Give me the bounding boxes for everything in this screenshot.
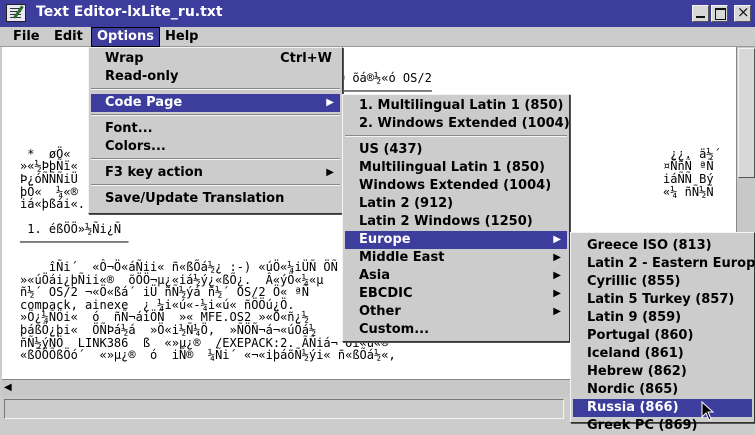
codepage-item-europe[interactable]: Europe ▶ bbox=[345, 231, 567, 249]
menu-item-label: Code Page bbox=[105, 95, 183, 110]
minimize-icon[interactable] bbox=[692, 5, 709, 22]
europe-item[interactable]: Hebrew (862) bbox=[573, 363, 752, 381]
code-page-menu: 1. Multilingual Latin 1 (850) 2. Windows… bbox=[342, 94, 570, 342]
menu-edit[interactable]: Edit bbox=[49, 28, 88, 46]
codepage-item-other[interactable]: Other ▶ bbox=[345, 303, 567, 321]
menu-item-code-page[interactable]: Code Page ▶ bbox=[91, 94, 340, 112]
submenu-arrow-icon: ▶ bbox=[553, 234, 561, 245]
menu-item-label: Save/Update Translation bbox=[105, 191, 285, 206]
window-title: Text Editor-lxLite_ru.txt bbox=[36, 4, 223, 20]
submenu-arrow-icon: ▶ bbox=[553, 252, 561, 263]
codepage-item-middle-east[interactable]: Middle East ▶ bbox=[345, 249, 567, 267]
menu-item-save-update-translation[interactable]: Save/Update Translation bbox=[91, 190, 340, 208]
menu-item-colors[interactable]: Colors... bbox=[91, 138, 340, 156]
menu-bar: File Edit Options Help bbox=[0, 27, 755, 47]
codepage-item-ebcdic[interactable]: EBCDIC ▶ bbox=[345, 285, 567, 303]
europe-item[interactable]: Greece ISO (813) bbox=[573, 237, 752, 255]
europe-item[interactable]: Greek PC (869) bbox=[573, 417, 752, 435]
codepage-item[interactable]: 1. Multilingual Latin 1 (850) bbox=[345, 97, 567, 115]
menu-item-label: EBCDIC bbox=[359, 286, 413, 301]
europe-item[interactable]: Latin 2 - Eastern Europe ( bbox=[573, 255, 755, 273]
europe-item[interactable]: Latin 5 Turkey (857) bbox=[573, 291, 752, 309]
submenu-arrow-icon: ▶ bbox=[553, 288, 561, 299]
menu-item-label: F3 key action bbox=[105, 165, 203, 180]
europe-item[interactable]: Iceland (861) bbox=[573, 345, 752, 363]
scroll-left-icon[interactable]: ◀ bbox=[4, 382, 12, 393]
menu-help[interactable]: Help bbox=[160, 28, 203, 46]
text-editor-app-icon[interactable] bbox=[6, 4, 26, 22]
menu-separator bbox=[91, 88, 340, 90]
menu-item-label: Middle East bbox=[359, 250, 445, 265]
submenu-arrow-icon: ▶ bbox=[326, 167, 334, 178]
menu-shortcut: Ctrl+W bbox=[280, 51, 332, 66]
menu-separator bbox=[91, 158, 340, 160]
codepage-item[interactable]: Latin 2 Windows (1250) bbox=[345, 213, 567, 231]
menu-item-label: Read-only bbox=[105, 69, 179, 84]
menu-item-label: Wrap bbox=[105, 51, 144, 66]
menu-item-label: Europe bbox=[359, 232, 411, 247]
europe-item[interactable]: Cyrillic (855) bbox=[573, 273, 752, 291]
menu-separator bbox=[91, 184, 340, 186]
europe-menu: Greece ISO (813) Latin 2 - Eastern Europ… bbox=[570, 232, 755, 433]
europe-item[interactable]: Portugal (860) bbox=[573, 327, 752, 345]
europe-item-russia[interactable]: Russia (866) bbox=[573, 399, 752, 417]
menu-file[interactable]: File bbox=[8, 28, 45, 46]
close-icon[interactable] bbox=[734, 3, 751, 22]
menu-item-wrap[interactable]: Wrap Ctrl+W bbox=[91, 50, 340, 68]
menu-item-label: Other bbox=[359, 304, 401, 319]
submenu-arrow-icon: ▶ bbox=[553, 306, 561, 317]
europe-item[interactable]: Latin 9 (859) bbox=[573, 309, 752, 327]
codepage-item-asia[interactable]: Asia ▶ bbox=[345, 267, 567, 285]
mouse-pointer-icon bbox=[701, 401, 715, 421]
menu-item-label: Colors... bbox=[105, 139, 166, 154]
codepage-item[interactable]: Multilingual Latin 1 (850) bbox=[345, 159, 567, 177]
maximize-icon[interactable] bbox=[711, 5, 728, 22]
menu-item-font[interactable]: Font... bbox=[91, 120, 340, 138]
vertical-scroll-thumb[interactable] bbox=[738, 48, 755, 178]
submenu-arrow-icon: ▶ bbox=[553, 270, 561, 281]
menu-item-f3-key-action[interactable]: F3 key action ▶ bbox=[91, 164, 340, 182]
menu-options[interactable]: Options bbox=[91, 27, 160, 47]
options-menu: Wrap Ctrl+W Read-only Code Page ▶ Font..… bbox=[88, 47, 343, 214]
europe-item[interactable]: Nordic (865) bbox=[573, 381, 752, 399]
codepage-item[interactable]: Windows Extended (1004) bbox=[345, 177, 567, 195]
menu-separator bbox=[91, 114, 340, 116]
menu-separator bbox=[345, 135, 567, 137]
codepage-item[interactable]: 2. Windows Extended (1004) bbox=[345, 115, 570, 133]
menu-item-label: Asia bbox=[359, 268, 391, 283]
submenu-arrow-icon: ▶ bbox=[326, 97, 334, 108]
menu-item-read-only[interactable]: Read-only bbox=[91, 68, 340, 86]
menu-item-label: Font... bbox=[105, 121, 153, 136]
codepage-item[interactable]: US (437) bbox=[345, 141, 567, 159]
codepage-item-custom[interactable]: Custom... bbox=[345, 321, 567, 339]
title-bar[interactable]: Text Editor-lxLite_ru.txt bbox=[0, 0, 755, 27]
codepage-item[interactable]: Latin 2 (912) bbox=[345, 195, 567, 213]
status-field bbox=[4, 399, 564, 419]
